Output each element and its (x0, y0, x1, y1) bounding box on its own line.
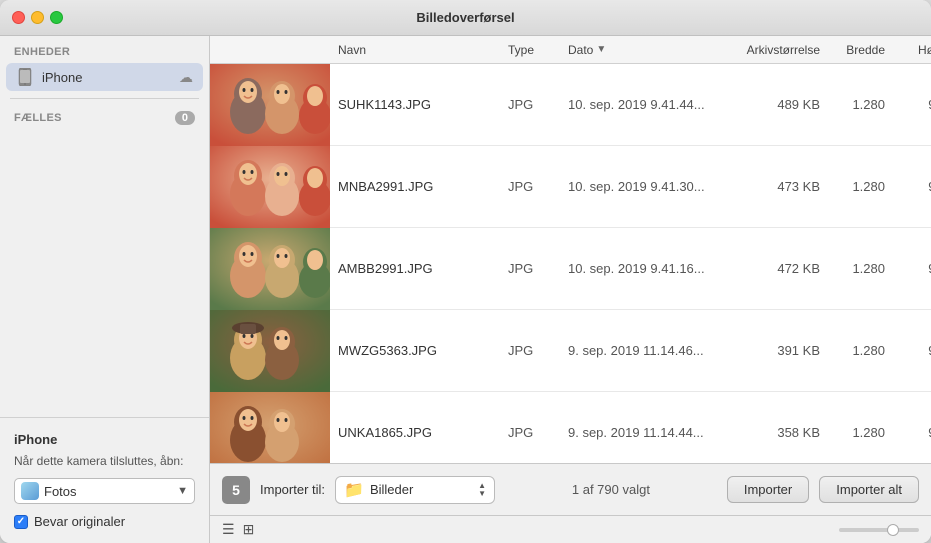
file-width: 1.280 (820, 343, 885, 358)
col-header-date[interactable]: Dato ▼ (560, 43, 725, 57)
sidebar-item-iphone[interactable]: iPhone ☁ (6, 63, 203, 91)
file-date: 9. sep. 2019 11.14.46... (560, 343, 725, 358)
folder-name: Billeder (370, 482, 472, 497)
sidebar-bottom: iPhone Når dette kamera tilsluttes, åbn:… (0, 417, 209, 543)
faelles-label: FÆLLES (14, 112, 175, 124)
col-header-name[interactable]: Navn (330, 43, 500, 57)
col-header-size[interactable]: Arkivstørrelse (725, 43, 820, 57)
file-width: 1.280 (820, 261, 885, 276)
import-all-button[interactable]: Importer alt (819, 476, 919, 503)
sidebar-divider (10, 98, 199, 99)
file-size: 391 KB (725, 343, 820, 358)
zoom-slider[interactable] (839, 528, 919, 532)
maximize-button[interactable] (50, 11, 63, 24)
content-area: ENHEDER iPhone ☁ FÆLLES 0 (0, 36, 931, 543)
sort-arrow-icon: ▼ (596, 44, 606, 55)
file-height: 960 (885, 425, 931, 440)
file-thumbnail (210, 64, 330, 146)
import-status: 1 af 790 valgt (505, 482, 717, 497)
file-name: AMBB2991.JPG (330, 261, 500, 276)
sidebar-device-desc: Når dette kamera tilsluttes, åbn: (14, 453, 195, 470)
sidebar: ENHEDER iPhone ☁ FÆLLES 0 (0, 36, 210, 543)
file-width: 1.280 (820, 179, 885, 194)
iphone-icon (16, 68, 34, 86)
iphone-label: iPhone (42, 70, 171, 85)
folder-icon: 📁 (344, 480, 364, 500)
table-row[interactable]: UNKA1865.JPG JPG 9. sep. 2019 11.14.44..… (210, 392, 931, 463)
app-window: Billedoverførsel ENHEDER iPhone ☁ (0, 0, 931, 543)
file-date: 9. sep. 2019 11.14.44... (560, 425, 725, 440)
file-name: UNKA1865.JPG (330, 425, 500, 440)
table-row[interactable]: SUHK1143.JPG JPG 10. sep. 2019 9.41.44..… (210, 64, 931, 146)
folder-selector[interactable]: 📁 Billeder ▲ ▼ (335, 476, 495, 504)
main-content: Navn Type Dato ▼ Arkivstørrelse Bredde H… (210, 36, 931, 543)
fotos-app-icon (21, 482, 39, 500)
import-to-label: Importer til: (260, 482, 325, 497)
zoom-thumb[interactable] (887, 524, 899, 536)
checkbox-keep-originals[interactable]: ✓ (14, 515, 28, 529)
file-thumbnail (210, 146, 330, 228)
file-type: JPG (500, 261, 560, 276)
file-size: 472 KB (725, 261, 820, 276)
file-thumbnail (210, 228, 330, 310)
file-name: MWZG5363.JPG (330, 343, 500, 358)
file-height: 960 (885, 261, 931, 276)
window-title: Billedoverførsel (416, 10, 514, 25)
sidebar-device-title: iPhone (14, 432, 195, 447)
minimize-button[interactable] (31, 11, 44, 24)
file-height: 960 (885, 97, 931, 112)
file-height: 960 (885, 179, 931, 194)
statusbar-bottom: ☰ ⊞ (210, 515, 931, 543)
app-selector-dropdown[interactable]: Fotos ▼ (14, 478, 195, 504)
bottom-bar: 5 Importer til: 📁 Billeder ▲ ▼ 1 af 790 … (210, 463, 931, 515)
file-thumbnail (210, 392, 330, 464)
checkbox-label-keep-originals: Bevar originaler (34, 514, 125, 529)
file-name: SUHK1143.JPG (330, 97, 500, 112)
title-bar: Billedoverførsel (0, 0, 931, 36)
import-button[interactable]: Importer (727, 476, 809, 503)
checkbox-check-icon: ✓ (17, 516, 25, 527)
file-type: JPG (500, 97, 560, 112)
app-selector-name: Fotos (44, 484, 172, 499)
file-width: 1.280 (820, 97, 885, 112)
traffic-lights (12, 11, 63, 24)
file-date: 10. sep. 2019 9.41.16... (560, 261, 725, 276)
num-badge: 5 (222, 476, 250, 504)
file-thumbnail (210, 310, 330, 392)
view-list-icon[interactable]: ☰ (222, 521, 235, 538)
file-type: JPG (500, 179, 560, 194)
file-name: MNBA2991.JPG (330, 179, 500, 194)
file-width: 1.280 (820, 425, 885, 440)
file-date: 10. sep. 2019 9.41.30... (560, 179, 725, 194)
view-grid-icon[interactable]: ⊞ (243, 521, 255, 538)
file-list: SUHK1143.JPG JPG 10. sep. 2019 9.41.44..… (210, 64, 931, 463)
table-row[interactable]: AMBB2991.JPG JPG 10. sep. 2019 9.41.16..… (210, 228, 931, 310)
file-type: JPG (500, 343, 560, 358)
close-button[interactable] (12, 11, 25, 24)
col-header-width[interactable]: Bredde (820, 43, 885, 57)
faelles-badge: 0 (175, 111, 195, 125)
file-size: 473 KB (725, 179, 820, 194)
app-dropdown-arrow: ▼ (177, 485, 188, 497)
faelles-section: FÆLLES 0 (0, 105, 209, 129)
col-header-height[interactable]: Højde (885, 43, 931, 57)
table-row[interactable]: MNBA2991.JPG JPG 10. sep. 2019 9.41.30..… (210, 146, 931, 228)
file-date: 10. sep. 2019 9.41.44... (560, 97, 725, 112)
col-header-type[interactable]: Type (500, 43, 560, 57)
file-type: JPG (500, 425, 560, 440)
checkbox-row-keep-originals[interactable]: ✓ Bevar originaler (14, 514, 195, 529)
column-headers: Navn Type Dato ▼ Arkivstørrelse Bredde H… (210, 36, 931, 64)
cloud-icon: ☁ (179, 69, 193, 86)
enheder-section-header: ENHEDER (0, 36, 209, 62)
folder-dropdown-icon: ▲ ▼ (478, 482, 486, 498)
file-height: 960 (885, 343, 931, 358)
table-row[interactable]: MWZG5363.JPG JPG 9. sep. 2019 11.14.46..… (210, 310, 931, 392)
file-size: 489 KB (725, 97, 820, 112)
file-size: 358 KB (725, 425, 820, 440)
